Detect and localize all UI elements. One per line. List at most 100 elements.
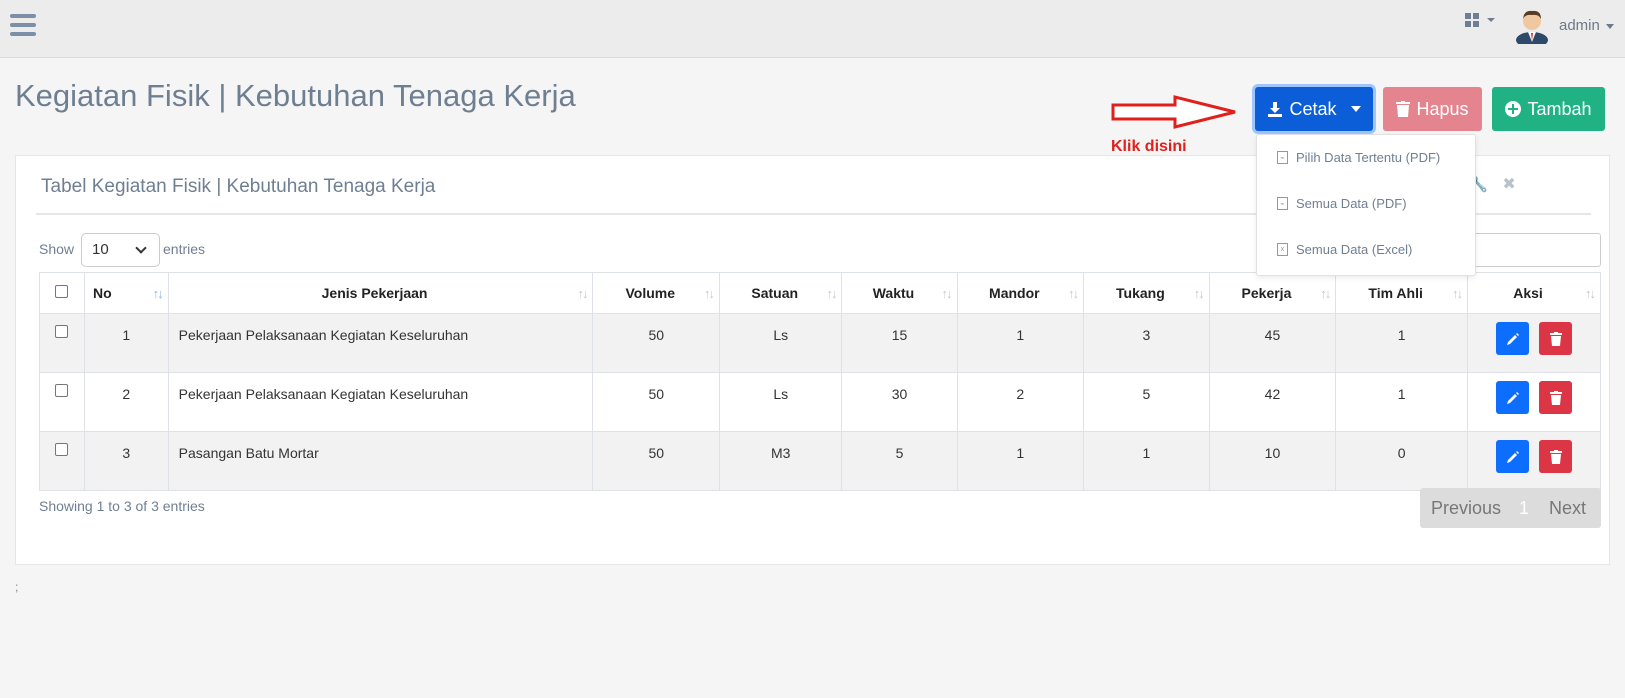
delete-button[interactable]: [1539, 322, 1573, 355]
cell-volume: 50: [592, 431, 721, 491]
show-label: Show: [39, 241, 75, 257]
col-header-volume[interactable]: Volume ↑↓: [592, 272, 721, 314]
pdf-file-icon: ⌁: [1277, 151, 1288, 164]
cell-tukang: 3: [1083, 313, 1210, 373]
cell-mandor: 1: [956, 431, 1085, 491]
table-row: 2 Pekerjaan Pelaksanaan Kegiatan Keselur…: [39, 372, 1601, 432]
pencil-icon: [1506, 332, 1519, 345]
cell-aksi: [1467, 313, 1601, 373]
col-header-mandor[interactable]: Mandor ↑↓: [956, 272, 1085, 314]
col-header-tim-ahli[interactable]: Tim Ahli ↑↓: [1335, 272, 1469, 314]
cell-jenis: Pasangan Batu Mortar: [167, 431, 594, 491]
delete-button[interactable]: [1539, 440, 1573, 473]
col-header-jenis[interactable]: Jenis Pekerjaan ↑↓: [167, 272, 594, 314]
row-checkbox[interactable]: [55, 384, 69, 397]
pagination: Previous 1 Next: [1420, 488, 1601, 528]
cell-pekerja: 45: [1208, 313, 1337, 373]
trash-icon: [1549, 449, 1562, 464]
trash-icon: [1549, 331, 1562, 346]
user-menu[interactable]: admin: [1559, 17, 1614, 37]
caret-down-icon: [1605, 23, 1614, 29]
cell-no: 3: [83, 431, 169, 491]
menu-item-excel-all[interactable]: x Semua Data (Excel): [1277, 242, 1412, 257]
cell-waktu: 5: [841, 431, 958, 491]
col-header-waktu[interactable]: Waktu ↑↓: [841, 272, 958, 314]
cell-no: 1: [83, 313, 169, 373]
sort-icon: ↑↓: [704, 286, 715, 301]
cell-aksi: [1467, 372, 1601, 432]
sort-icon: ↑↓: [1320, 286, 1331, 301]
apps-grid-icon[interactable]: [1465, 13, 1499, 31]
cetak-label: Cetak: [1289, 98, 1337, 119]
cetak-dropdown-menu: ⌁ Pilih Data Tertentu (PDF) ⌁ Semua Data…: [1256, 134, 1476, 276]
row-checkbox[interactable]: [55, 443, 69, 456]
page-size-select[interactable]: 10: [81, 233, 160, 267]
cell-tim-ahli: 1: [1335, 372, 1469, 432]
page-1-button[interactable]: 1: [1519, 498, 1529, 519]
hapus-button[interactable]: Hapus: [1383, 87, 1482, 131]
download-icon: [1268, 102, 1283, 117]
cell-tim-ahli: 0: [1335, 431, 1469, 491]
page-size-value: 10: [92, 241, 109, 258]
cell-satuan: M3: [719, 431, 843, 491]
entries-label: entries: [163, 241, 206, 257]
delete-button[interactable]: [1539, 381, 1573, 414]
menu-item-pdf-selected[interactable]: ⌁ Pilih Data Tertentu (PDF): [1277, 150, 1440, 165]
pencil-icon: [1506, 450, 1519, 463]
sort-icon: ↑↓: [826, 286, 837, 301]
col-header-no[interactable]: No ↑↓: [83, 272, 169, 314]
cell-pekerja: 10: [1208, 431, 1337, 491]
menu-item-pdf-all[interactable]: ⌁ Semua Data (PDF): [1277, 196, 1407, 211]
plus-circle-icon: [1505, 101, 1522, 117]
pdf-file-icon: ⌁: [1277, 197, 1288, 210]
cell-waktu: 30: [841, 372, 958, 432]
edit-button[interactable]: [1496, 322, 1530, 355]
row-checkbox[interactable]: [55, 325, 69, 338]
footer-note: ;: [15, 580, 19, 594]
edit-button[interactable]: [1496, 381, 1530, 414]
cell-aksi: [1467, 431, 1601, 491]
cell-tukang: 1: [1083, 431, 1210, 491]
close-icon[interactable]: ✖: [1502, 174, 1515, 194]
trash-icon: [1396, 101, 1411, 117]
table-row: 1 Pekerjaan Pelaksanaan Kegiatan Keselur…: [39, 313, 1601, 373]
cell-mandor: 1: [956, 313, 1085, 373]
menu-toggle-icon[interactable]: [10, 14, 36, 38]
cetak-button[interactable]: Cetak: [1255, 87, 1373, 131]
chevron-down-icon: [135, 242, 147, 254]
cell-satuan: Ls: [719, 372, 843, 432]
cell-volume: 50: [592, 372, 721, 432]
col-header-tukang[interactable]: Tukang ↑↓: [1083, 272, 1210, 314]
pencil-icon: [1506, 391, 1519, 404]
table-info: Showing 1 to 3 of 3 entries: [39, 498, 205, 514]
sort-icon: ↑↓: [1452, 286, 1463, 301]
col-header-aksi[interactable]: Aksi ↑↓: [1467, 272, 1601, 314]
col-header-pekerja[interactable]: Pekerja ↑↓: [1208, 272, 1337, 314]
select-all-checkbox[interactable]: [55, 285, 69, 298]
caret-down-icon: [1350, 106, 1361, 112]
sort-icon: ↑↓: [1585, 286, 1596, 301]
cell-satuan: Ls: [719, 313, 843, 373]
previous-page-button[interactable]: Previous: [1431, 498, 1501, 519]
cell-jenis: Pekerjaan Pelaksanaan Kegiatan Keseluruh…: [167, 313, 594, 373]
cell-jenis: Pekerjaan Pelaksanaan Kegiatan Keseluruh…: [167, 372, 594, 432]
cell-waktu: 15: [841, 313, 958, 373]
trash-icon: [1549, 390, 1562, 405]
sort-icon: ↑↓: [152, 286, 164, 301]
col-header-satuan[interactable]: Satuan ↑↓: [719, 272, 843, 314]
data-table: No ↑↓ Jenis Pekerjaan ↑↓ Volume ↑↓ Satuan ↑↓…: [39, 272, 1601, 491]
excel-file-icon: x: [1277, 243, 1288, 256]
table-row: 3 Pasangan Batu Mortar 50 M3 5 1 1 10 0: [39, 431, 1601, 491]
user-avatar[interactable]: [1515, 8, 1549, 48]
select-all-cell: [39, 272, 85, 314]
page-title: Kegiatan Fisik | Kebutuhan Tenaga Kerja: [15, 78, 576, 113]
sort-icon: ↑↓: [1193, 286, 1205, 301]
tambah-button[interactable]: Tambah: [1492, 87, 1605, 131]
cell-no: 2: [83, 372, 169, 432]
sort-icon: ↑↓: [1068, 286, 1079, 301]
cell-pekerja: 42: [1208, 372, 1337, 432]
next-page-button[interactable]: Next: [1549, 498, 1586, 519]
tambah-label: Tambah: [1527, 98, 1592, 119]
cell-volume: 50: [592, 313, 721, 373]
edit-button[interactable]: [1496, 440, 1530, 473]
